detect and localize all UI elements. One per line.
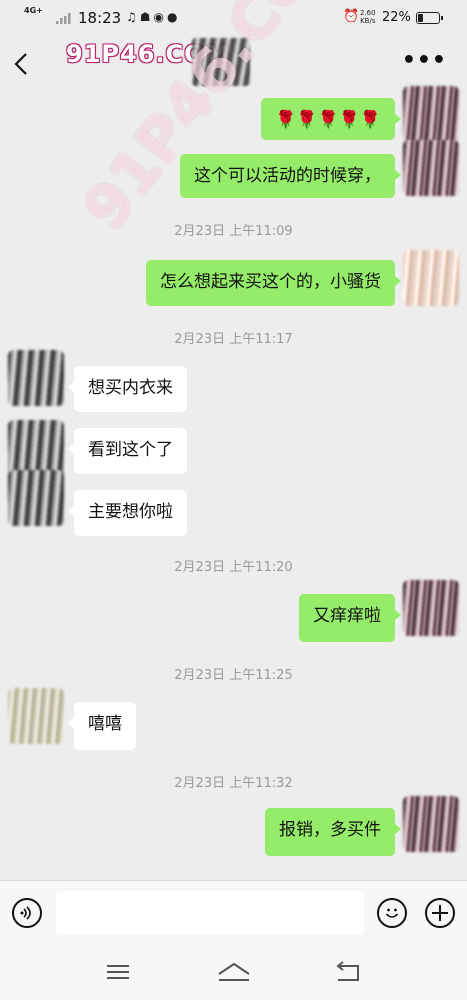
avatar[interactable] (8, 470, 64, 526)
my-message-bubble[interactable]: 又痒痒啦 (299, 594, 401, 642)
chat-icon: ● (167, 10, 181, 24)
their-message-bubble[interactable]: 想买内衣来 (68, 366, 187, 412)
compass-icon: ◉ (153, 10, 168, 24)
notification-icons: ♫☗◉● (126, 10, 181, 24)
timestamp: 2月23日 上午11:20 (174, 560, 293, 575)
battery-fill (418, 14, 423, 22)
my-message-bubble[interactable]: 怎么想起来买这个的，小骚货 (146, 260, 401, 306)
qq-icon: ☗ (139, 10, 154, 24)
home-icon[interactable] (216, 958, 252, 986)
timestamp: 2月23日 上午11:32 (174, 776, 293, 791)
message-input[interactable] (56, 891, 364, 935)
battery-icon (416, 12, 443, 24)
input-bar (0, 880, 467, 947)
my-message-bubble[interactable]: 这个可以活动的时候穿， (180, 154, 401, 198)
status-time: 18:23 (78, 9, 122, 27)
alarm-icon: ⏰ (343, 9, 360, 24)
battery-percent: 22% (382, 10, 411, 25)
network-indicator: 4G+ (24, 6, 43, 15)
avatar[interactable] (8, 350, 64, 406)
avatar[interactable] (403, 796, 459, 852)
speed-value: 2.60 (360, 9, 376, 17)
system-nav-bar (0, 946, 467, 1000)
their-message-bubble[interactable]: 看到这个了 (68, 428, 187, 474)
voice-icon[interactable] (12, 898, 42, 928)
plus-icon[interactable] (425, 898, 455, 928)
their-message-bubble[interactable]: 主要想你啦 (68, 490, 187, 536)
avatar[interactable] (403, 140, 459, 196)
my-message-bubble[interactable]: 🌹🌹🌹🌹🌹 (261, 98, 401, 140)
menu-icon[interactable] (100, 958, 136, 986)
timestamp: 2月23日 上午11:25 (174, 668, 293, 683)
contact-name-redacted (192, 38, 250, 86)
my-message-bubble[interactable]: 报销，多买件 (265, 808, 401, 856)
avatar[interactable] (403, 580, 459, 636)
back-arrow-icon[interactable] (330, 958, 366, 986)
avatar[interactable] (403, 86, 459, 142)
their-message-bubble[interactable]: 嘻嘻 (68, 702, 136, 750)
timestamp: 2月23日 上午11:09 (174, 224, 293, 239)
timestamp: 2月23日 上午11:17 (174, 332, 293, 347)
network-speed: 2.60 KB/s (360, 9, 376, 25)
chevron-left-icon[interactable] (14, 52, 28, 80)
more-dots-icon[interactable]: ••• (402, 48, 447, 73)
avatar[interactable] (8, 688, 64, 744)
avatar[interactable] (403, 250, 459, 306)
emoji-icon[interactable] (377, 898, 407, 928)
speed-unit: KB/s (360, 17, 376, 25)
avatar[interactable] (8, 420, 64, 476)
signal-icon (56, 13, 71, 24)
status-bar: 4G+ 18:23 ♫☗◉● ⏰ 2.60 KB/s 22% (0, 0, 467, 38)
music-icon: ♫ (126, 10, 140, 24)
